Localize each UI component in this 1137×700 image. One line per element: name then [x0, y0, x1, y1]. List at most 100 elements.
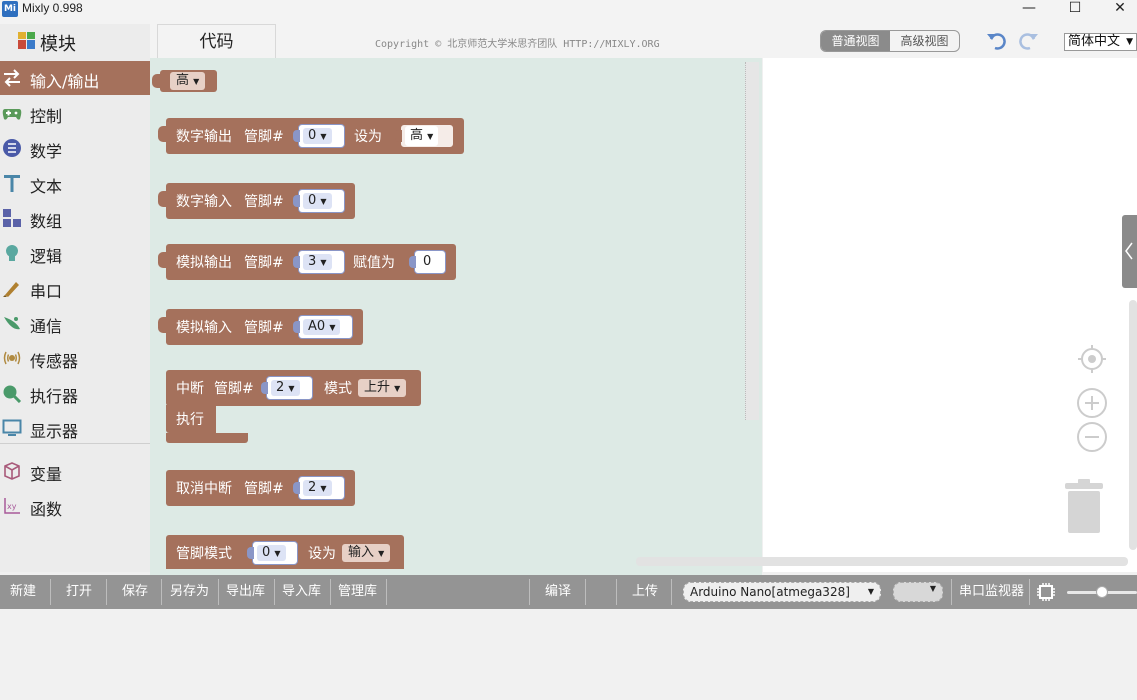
input-tab: [395, 130, 402, 142]
value-input[interactable]: 高 ▼: [395, 124, 454, 148]
block-label: 模式: [324, 381, 352, 397]
toolbar-divider: [585, 579, 586, 605]
value-field[interactable]: 0: [418, 252, 437, 272]
maximize-button[interactable]: ☐: [1055, 0, 1095, 18]
level-dropdown[interactable]: 高 ▼: [170, 72, 206, 90]
pin-input[interactable]: 0 ▼: [247, 541, 298, 565]
chip-icon[interactable]: [1036, 582, 1056, 602]
level-block[interactable]: 高 ▼: [152, 70, 217, 92]
sidebar-item-label: 执行器: [30, 387, 79, 406]
mode-dropdown[interactable]: 上升 ▼: [358, 379, 407, 397]
canvas-vertical-scrollbar[interactable]: [1129, 300, 1137, 550]
pin-input[interactable]: 2 ▼: [293, 476, 345, 500]
export-library-button[interactable]: 导出库: [226, 575, 265, 609]
mode-dropdown[interactable]: 输入 ▼: [342, 544, 391, 562]
open-button[interactable]: 打开: [66, 575, 92, 609]
output-panel: [0, 609, 1137, 700]
redo-icon[interactable]: [1017, 30, 1039, 52]
manage-library-button[interactable]: 管理库: [338, 575, 377, 609]
sidebar-item-label: 文本: [30, 177, 63, 196]
view-toggle: 普通视图 高级视图: [820, 30, 960, 52]
toolbar-divider: [106, 579, 107, 605]
toolbar-divider: [274, 579, 275, 605]
toolbar-divider: [218, 579, 219, 605]
flyout-scrollbar[interactable]: [745, 62, 759, 420]
side-panel-handle[interactable]: [1122, 215, 1137, 288]
sidebar-item-function[interactable]: xy 函数: [0, 489, 150, 523]
category-sidebar: 输入/输出 控制 数学 文本 数组 逻辑 串口 通信 传感器 执行器 显示器 变…: [0, 58, 150, 572]
chevron-down-icon: ▼: [1126, 37, 1133, 47]
chevron-down-icon: ▼: [193, 77, 200, 86]
block-notch: [158, 317, 167, 333]
sidebar-item-sensor[interactable]: 传感器: [0, 341, 150, 375]
save-button[interactable]: 保存: [122, 575, 148, 609]
toolbar-divider: [161, 579, 162, 605]
pin-input[interactable]: 0 ▼: [293, 124, 345, 148]
sidebar-item-text[interactable]: 文本: [0, 166, 150, 200]
save-as-button[interactable]: 另存为: [170, 575, 209, 609]
sensor-icon: [3, 351, 21, 365]
sidebar-item-actuator[interactable]: 执行器: [0, 376, 150, 410]
block-label: 管脚#: [244, 255, 284, 271]
sidebar-item-serial[interactable]: 串口: [0, 271, 150, 305]
block-label: 管脚模式: [176, 546, 232, 562]
sidebar-item-control[interactable]: 控制: [0, 96, 150, 130]
pin-input[interactable]: 0 ▼: [293, 189, 345, 213]
trash-icon[interactable]: [1063, 479, 1105, 535]
sidebar-item-label: 数学: [30, 142, 63, 161]
analog-write-block[interactable]: 模拟输出 管脚# 3 ▼ 赋值为 0: [158, 244, 456, 280]
pin-input[interactable]: 3 ▼: [293, 250, 345, 274]
sidebar-item-display[interactable]: 显示器: [0, 411, 150, 445]
digital-read-block[interactable]: 数字输入 管脚# 0 ▼: [158, 183, 355, 219]
detach-interrupt-block[interactable]: 取消中断 管脚# 2 ▼: [166, 470, 355, 506]
canvas-horizontal-scrollbar[interactable]: [636, 557, 1128, 566]
sidebar-item-math[interactable]: 数学: [0, 131, 150, 165]
block-label: 管脚#: [244, 481, 284, 497]
language-select[interactable]: 简体中文 ▼: [1064, 33, 1137, 51]
upload-button[interactable]: 上传: [632, 575, 658, 609]
block-label: 设为: [308, 546, 336, 562]
toolbar-divider: [616, 579, 617, 605]
pin-input[interactable]: 2 ▼: [261, 376, 313, 400]
toolbar-divider: [50, 579, 51, 605]
undo-icon[interactable]: [986, 30, 1008, 52]
toolbar-divider: [951, 579, 952, 605]
advanced-view-button[interactable]: 高级视图: [890, 31, 959, 51]
toolbar-divider: [529, 579, 530, 605]
size-slider-handle[interactable]: [1096, 586, 1108, 598]
port-select[interactable]: ▼: [893, 582, 943, 602]
zoom-in-icon[interactable]: [1076, 387, 1108, 419]
normal-view-button[interactable]: 普通视图: [821, 31, 890, 51]
sidebar-item-communication[interactable]: 通信: [0, 306, 150, 340]
gamepad-icon: [2, 109, 22, 120]
block-label: 取消中断: [176, 481, 232, 497]
zoom-out-icon[interactable]: [1076, 421, 1108, 453]
sidebar-item-variable[interactable]: 变量: [0, 454, 150, 488]
board-select[interactable]: Arduino Nano[atmega328] ▼: [683, 582, 881, 602]
serial-monitor-button[interactable]: 串口监视器: [959, 575, 1024, 609]
minimize-button[interactable]: —: [1009, 0, 1049, 18]
block-label: 管脚#: [244, 129, 284, 145]
analog-read-block[interactable]: 模拟输入 管脚# A0 ▼: [158, 309, 363, 345]
new-button[interactable]: 新建: [10, 575, 36, 609]
tab-code[interactable]: 代码: [157, 24, 276, 58]
sidebar-item-logic[interactable]: 逻辑: [0, 236, 150, 270]
level-dropdown[interactable]: 高 ▼: [405, 126, 439, 146]
compile-button[interactable]: 编译: [545, 575, 571, 609]
sidebar-item-label: 串口: [30, 282, 63, 301]
pin-value: 3 ▼: [303, 254, 332, 270]
value-input[interactable]: 0: [409, 250, 446, 274]
sidebar-item-io[interactable]: 输入/输出: [0, 61, 150, 95]
toolbar-divider: [386, 579, 387, 605]
satellite-icon: [4, 317, 20, 330]
pin-mode-block[interactable]: 管脚模式 0 ▼ 设为 输入 ▼: [166, 535, 404, 571]
recenter-icon[interactable]: [1077, 344, 1107, 374]
digital-write-block[interactable]: 数字输出 管脚# 0 ▼ 设为 高 ▼: [158, 118, 464, 154]
app-icon: Mi: [2, 1, 18, 17]
close-button[interactable]: ✕: [1100, 0, 1137, 18]
array-icon: [3, 209, 21, 227]
monitor-icon: [2, 419, 22, 436]
pin-input[interactable]: A0 ▼: [293, 315, 353, 339]
sidebar-item-array[interactable]: 数组: [0, 201, 150, 235]
import-library-button[interactable]: 导入库: [282, 575, 321, 609]
